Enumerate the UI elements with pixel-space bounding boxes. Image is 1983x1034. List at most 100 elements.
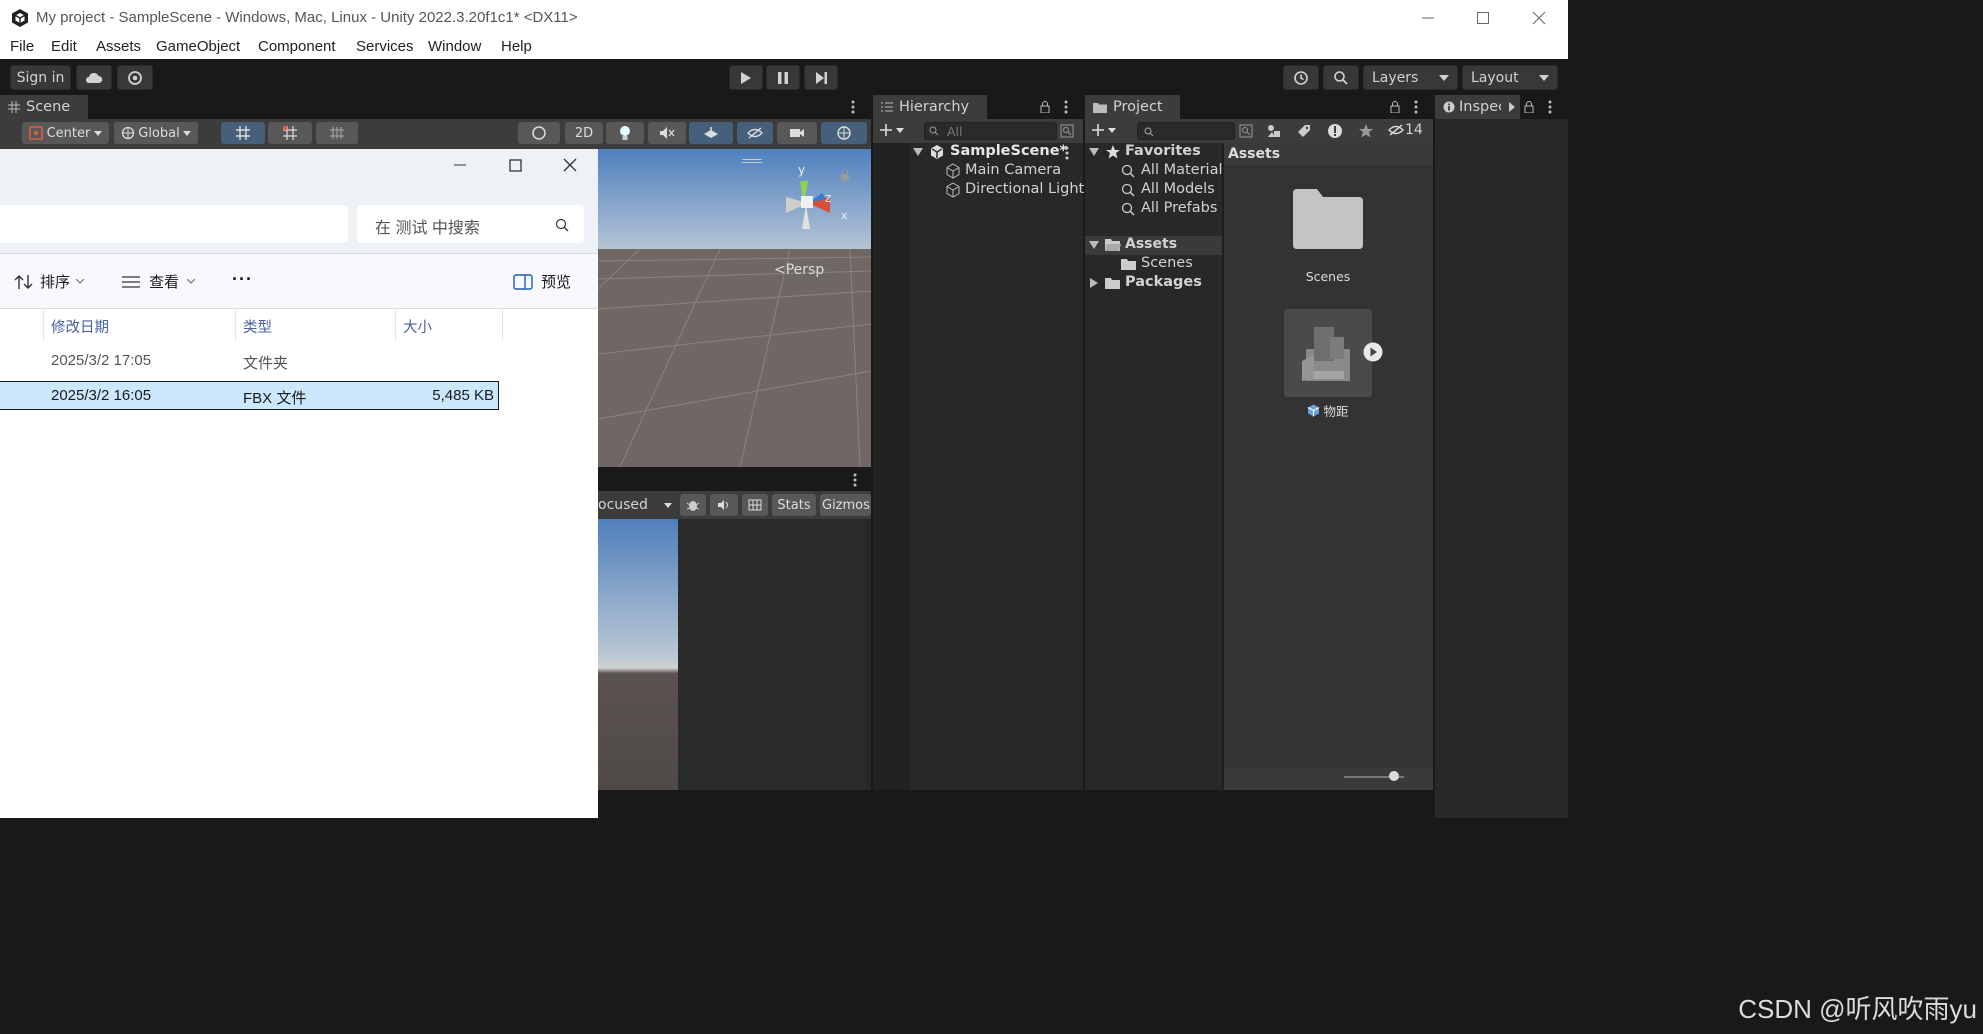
cloud-button[interactable] bbox=[76, 65, 112, 90]
explorer-close-button[interactable] bbox=[545, 149, 595, 181]
close-button[interactable] bbox=[1511, 0, 1567, 36]
asset-item-scenes[interactable]: Scenes bbox=[1280, 189, 1376, 289]
search-options-icon[interactable] bbox=[1239, 124, 1253, 138]
game-gizmos-button[interactable]: Gizmos bbox=[820, 494, 871, 516]
effects-dropdown[interactable] bbox=[689, 122, 733, 144]
asset-size-slider[interactable] bbox=[1224, 768, 1433, 790]
search-icon bbox=[1333, 70, 1349, 86]
menu-file[interactable]: File bbox=[10, 38, 34, 55]
draw-mode-dropdown[interactable] bbox=[518, 122, 560, 144]
collapse-triangle-icon[interactable] bbox=[1090, 278, 1098, 288]
space-dropdown[interactable]: Global bbox=[114, 122, 198, 144]
explorer-maximize-button[interactable] bbox=[490, 149, 540, 181]
menu-help[interactable]: Help bbox=[501, 38, 532, 55]
tab-hierarchy[interactable]: Hierarchy bbox=[873, 95, 987, 119]
viewport-drag-handle[interactable] bbox=[742, 159, 762, 163]
tab-project[interactable]: Project bbox=[1085, 95, 1180, 119]
project-search-field[interactable] bbox=[1137, 122, 1235, 140]
mute-audio-button[interactable] bbox=[710, 494, 738, 516]
kebab-menu-icon[interactable] bbox=[850, 99, 856, 115]
stats-button[interactable]: Stats bbox=[772, 494, 816, 516]
project-panel: Project 14 Favorites All Materials All M… bbox=[1085, 95, 1433, 790]
tab-scene[interactable]: Scene bbox=[0, 95, 88, 119]
audio-button[interactable] bbox=[648, 122, 686, 144]
increment-snap-button[interactable] bbox=[268, 122, 312, 144]
asset-item-model[interactable]: 物距 bbox=[1282, 309, 1392, 419]
sort-button[interactable]: 排序 bbox=[14, 271, 85, 292]
more-options-button[interactable]: ··· bbox=[232, 269, 253, 290]
folder-icon bbox=[1105, 277, 1120, 289]
hierarchy-scene-row[interactable]: SampleScene* bbox=[913, 143, 1083, 162]
pause-button[interactable] bbox=[766, 65, 800, 90]
hidden-packages-toggle[interactable]: 14 bbox=[1388, 122, 1423, 138]
lock-icon[interactable] bbox=[1524, 100, 1534, 113]
asset-breadcrumb[interactable]: Assets bbox=[1228, 146, 1280, 162]
column-header-size[interactable]: 大小 bbox=[403, 316, 432, 337]
sign-in-button[interactable]: Sign in bbox=[10, 65, 71, 90]
play-button[interactable] bbox=[729, 65, 763, 90]
menu-gameobject[interactable]: GameObject bbox=[156, 38, 240, 55]
favorite-star-icon[interactable] bbox=[1358, 123, 1374, 139]
menu-services[interactable]: Services bbox=[356, 38, 414, 55]
explorer-minimize-button[interactable] bbox=[435, 149, 485, 181]
explorer-search-box[interactable]: 在 测试 中搜索 bbox=[357, 205, 584, 243]
filter-by-type-icon[interactable] bbox=[1266, 123, 1282, 139]
history-button[interactable] bbox=[1283, 65, 1319, 90]
column-header-type[interactable]: 类型 bbox=[243, 316, 272, 337]
orientation-gizmo[interactable]: y z x bbox=[768, 163, 848, 243]
play-preview-icon[interactable] bbox=[1363, 342, 1383, 362]
gizmos-dropdown[interactable] bbox=[821, 122, 867, 144]
collab-button[interactable] bbox=[117, 65, 153, 90]
tab-scroll-right-icon[interactable] bbox=[1509, 102, 1515, 112]
kebab-menu-icon[interactable] bbox=[852, 472, 858, 488]
file-row[interactable]: 2025/3/2 17:05 文件夹 bbox=[0, 346, 498, 376]
address-bar[interactable] bbox=[0, 205, 348, 243]
layout-dropdown[interactable]: Layout bbox=[1462, 65, 1558, 90]
file-row-selected[interactable]: 2025/3/2 16:05 FBX 文件 5,485 KB bbox=[0, 381, 499, 410]
hierarchy-search-field[interactable]: All bbox=[924, 122, 1057, 140]
assets-folder-row[interactable]: Assets bbox=[1085, 236, 1222, 255]
column-header-date[interactable]: 修改日期 bbox=[51, 316, 109, 337]
minimize-button[interactable] bbox=[1400, 0, 1456, 36]
expand-triangle-icon[interactable] bbox=[1089, 241, 1099, 249]
search-button[interactable] bbox=[1323, 65, 1359, 90]
step-button[interactable] bbox=[804, 65, 838, 90]
layers-dropdown[interactable]: Layers bbox=[1363, 65, 1458, 90]
kebab-menu-icon[interactable] bbox=[1413, 99, 1419, 115]
create-dropdown[interactable] bbox=[879, 123, 904, 137]
gizmo-z-label: z bbox=[825, 191, 832, 205]
menu-window[interactable]: Window bbox=[428, 38, 481, 55]
lock-icon[interactable] bbox=[1390, 100, 1400, 113]
scene-search-icon[interactable] bbox=[1060, 124, 1074, 138]
menu-component[interactable]: Component bbox=[258, 38, 336, 55]
view-button[interactable]: 查看 bbox=[121, 271, 196, 292]
pivot-dropdown[interactable]: Center bbox=[22, 122, 109, 144]
debug-button[interactable] bbox=[680, 494, 706, 516]
lock-icon[interactable] bbox=[1040, 100, 1050, 113]
asset-item-label: Scenes bbox=[1305, 269, 1351, 284]
grid-snap-button[interactable] bbox=[221, 122, 265, 144]
grid-toggle-button[interactable] bbox=[316, 122, 358, 144]
toggle-2d-button[interactable]: 2D bbox=[565, 122, 603, 144]
kebab-menu-icon[interactable] bbox=[1547, 99, 1553, 115]
lighting-button[interactable] bbox=[606, 122, 644, 144]
filter-by-label-icon[interactable] bbox=[1297, 124, 1311, 138]
expand-triangle-icon[interactable] bbox=[1089, 148, 1099, 156]
create-dropdown[interactable] bbox=[1091, 123, 1116, 137]
menu-assets[interactable]: Assets bbox=[96, 38, 141, 55]
menu-edit[interactable]: Edit bbox=[51, 38, 77, 55]
lock-icon[interactable] bbox=[840, 169, 850, 181]
filter-by-error-icon[interactable] bbox=[1327, 123, 1343, 139]
tab-inspector[interactable]: Inspector bbox=[1435, 95, 1520, 119]
kebab-menu-icon[interactable] bbox=[1064, 145, 1070, 161]
play-focus-dropdown[interactable]: ocused bbox=[598, 494, 676, 516]
camera-dropdown[interactable] bbox=[777, 122, 817, 144]
scene-visibility-button[interactable] bbox=[737, 122, 773, 144]
preview-pane-button[interactable]: 预览 bbox=[513, 271, 571, 292]
scene-tab-label: Scene bbox=[26, 99, 71, 115]
gizmo-grid-button[interactable] bbox=[742, 494, 768, 516]
maximize-button[interactable] bbox=[1455, 0, 1511, 36]
expand-triangle-icon[interactable] bbox=[913, 148, 923, 156]
kebab-menu-icon[interactable] bbox=[1063, 99, 1069, 115]
persp-toggle[interactable]: <Persp bbox=[774, 262, 824, 278]
